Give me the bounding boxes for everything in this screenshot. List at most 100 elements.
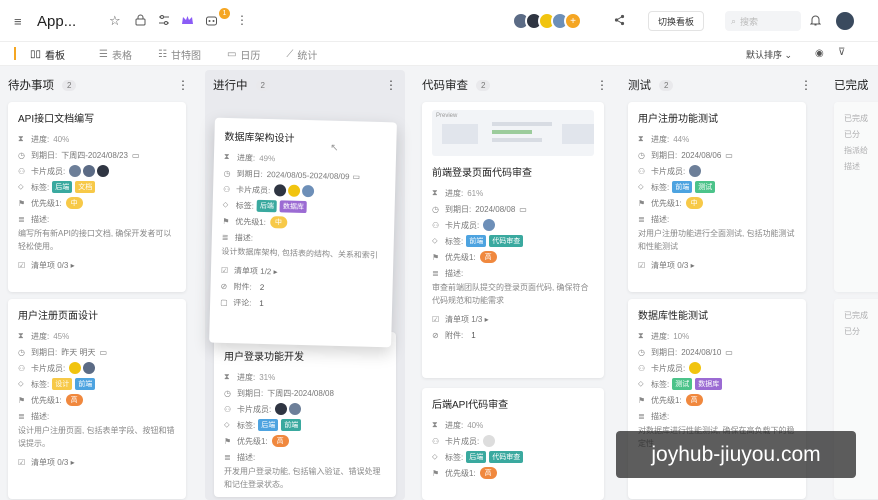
tag-icon: ⬦ [18,182,24,191]
dragged-task-card[interactable]: 数据库架构设计 ↖ ⧗ 进度: 49% ◷ 到期日: 2024/08/05-2024/0… [209,117,397,348]
column-menu-icon[interactable]: ⋮ [800,78,812,92]
column-code-review: 代码审查 2 ⋮ Preview 前端登录页面代码审查 ⧗ 进度: 61% ◷ 到期日:… [414,70,614,500]
user-avatar[interactable] [834,10,856,32]
hourglass-icon: ⧗ [638,331,644,340]
attachment-icon: ⊘ [432,330,439,340]
search-icon: ⌕ [731,15,737,26]
card-title: 用户登录功能开发 [224,352,304,363]
more-vertical-icon[interactable]: ⋮ [236,13,248,27]
bell-icon[interactable] [810,14,821,26]
table-icon: ☰ [99,49,108,60]
tag-icon: ⬦ [432,236,438,245]
members-icon: ⚇ [638,166,646,176]
calendar-icon: ▭ [725,347,733,357]
lock-icon[interactable] [135,14,146,26]
description-icon: ≣ [432,268,439,278]
clock-icon: ◷ [18,150,25,160]
tab-stats[interactable]: ⟋ 统计 [286,47,317,62]
members-icon: ⚇ [432,220,440,230]
members-icon: ⚇ [638,363,646,373]
sort-dropdown[interactable]: 默认排序 ⌄ [746,48,792,61]
task-card[interactable]: 用户注册页面设计 ⧗ 进度: 45% ◷ 到期日: 昨天 明天 ▭ ⚇ 卡片成员: ⬦ 标签:… [8,299,186,499]
card-title: 后端API代码审查 [432,400,509,411]
task-card[interactable]: API接口文档编写 ⧗ 进度: 40% ◷ 到期日: 下周四-2024/08/23 ▭ ⚇… [8,102,186,292]
card-title: 数据库架构设计 [224,131,295,145]
tab-board[interactable]: ▯▯ 看板 [30,47,65,62]
eye-icon[interactable]: ◉ [815,48,824,59]
star-icon[interactable]: ☆ [109,13,121,29]
column-menu-icon[interactable]: ⋮ [596,78,608,92]
description-icon: ≣ [18,411,25,421]
card-title: 前端登录页面代码审查 [432,168,532,179]
card-description: 审查前端团队提交的登录页面代码, 确保符合代码规范和功能需求 [432,283,589,305]
robot-icon[interactable] [205,14,218,26]
flag-icon: ⚑ [638,198,646,208]
column-todo: 待办事项 2 ⋮ API接口文档编写 ⧗ 进度: 40% ◷ 到期日: 下周四-2024/… [0,70,195,500]
crown-icon[interactable] [181,14,194,26]
flag-icon: ⚑ [18,395,26,405]
tag-icon: ⬦ [18,379,24,388]
task-card[interactable]: 用户注册功能测试 ⧗ 进度: 44% ◷ 到期日: 2024/08/06 ▭ ⚇ 卡片成员:… [628,102,806,292]
calendar-icon: ▭ [519,204,527,214]
board-icon: ▯▯ [30,49,42,60]
gantt-icon: ☷ [157,49,167,60]
search-input[interactable]: ⌕ 搜索 [725,11,801,31]
checklist-icon: ☑ [220,265,229,275]
task-card[interactable]: 已完成 已分 指派给 描述 [834,102,878,292]
members-icon: ⚇ [224,404,232,414]
hourglass-icon: ⧗ [224,372,230,381]
hourglass-icon: ⧗ [223,151,230,162]
tab-table[interactable]: ☰ 表格 [99,47,132,62]
clock-icon: ◷ [224,388,231,398]
calendar-icon: ▭ [131,150,140,160]
card-description: 开发用户登录功能, 包括输入验证、错误处理和记住登录状态。 [224,467,381,489]
hourglass-icon: ⧗ [638,134,644,143]
column-title: 已完成 [834,80,869,92]
clock-icon: ◷ [223,168,231,178]
task-card[interactable]: 后端API代码审查 ⧗ 进度: 40% ⚇ 卡片成员: ⬦ 标签: 后端 代码审查 ⚑ 优先级… [422,388,604,500]
calendar-icon: ▭ [352,171,361,181]
tab-calendar[interactable]: ▭ 日历 [227,47,260,62]
share-icon[interactable] [614,14,625,26]
member-avatars[interactable]: + [512,12,582,30]
stats-icon: ⟋ [286,49,294,60]
clock-icon: ◷ [432,204,439,214]
watermark-banner: joyhub-jiuyou.com [616,431,856,478]
task-card[interactable]: Preview 前端登录页面代码审查 ⧗ 进度: 61% ◷ 到期日: 2024/08/… [422,102,604,378]
column-count: 2 [62,79,77,91]
checklist-icon: ☑ [18,457,26,467]
tag-icon: ⬦ [638,379,644,388]
card-title: 用户注册页面设计 [18,311,98,322]
comment-icon: ▢ [220,297,228,307]
flag-icon: ⚑ [222,216,230,226]
description-icon: ≣ [18,214,25,224]
switch-board-button[interactable]: 切换看板 [648,11,705,31]
attachment-preview[interactable]: Preview [432,110,594,156]
active-tab-indicator [14,47,16,60]
flag-icon: ⚑ [432,468,440,478]
notification-badge: 1 [219,8,230,19]
filter-icon[interactable]: ⊽ [838,47,845,58]
task-card[interactable]: 用户登录功能开发 ⧗ 进度: 31% ◷ 到期日: 下周四-2024/08/08 ⚇ 卡片… [214,332,396,497]
flag-icon: ⚑ [18,198,26,208]
column-menu-icon[interactable]: ⋮ [385,78,397,92]
members-icon: ⚇ [432,436,440,446]
tab-gantt[interactable]: ☷ 甘特图 [158,47,201,62]
description-icon: ≣ [638,214,645,224]
add-member-button[interactable]: + [564,12,582,30]
chevron-down-icon: ⌄ [784,50,793,60]
menu-icon[interactable]: ≡ [14,14,22,29]
tag-icon: ⬦ [638,182,644,191]
column-count: 2 [255,79,270,91]
hourglass-icon: ⧗ [432,188,438,197]
tag-icon: ⬦ [222,199,229,210]
members-icon: ⚇ [222,184,231,194]
card-description: 设计用户注册页面, 包括表单字段、按钮和错误提示。 [18,426,175,448]
filter-sliders-icon[interactable] [158,14,170,26]
column-title: 进行中 [213,80,248,92]
column-title: 待办事项 [8,80,54,92]
column-menu-icon[interactable]: ⋮ [177,78,189,92]
members-icon: ⚇ [18,363,26,373]
search-placeholder: 搜索 [740,16,759,27]
hourglass-icon: ⧗ [18,134,24,143]
